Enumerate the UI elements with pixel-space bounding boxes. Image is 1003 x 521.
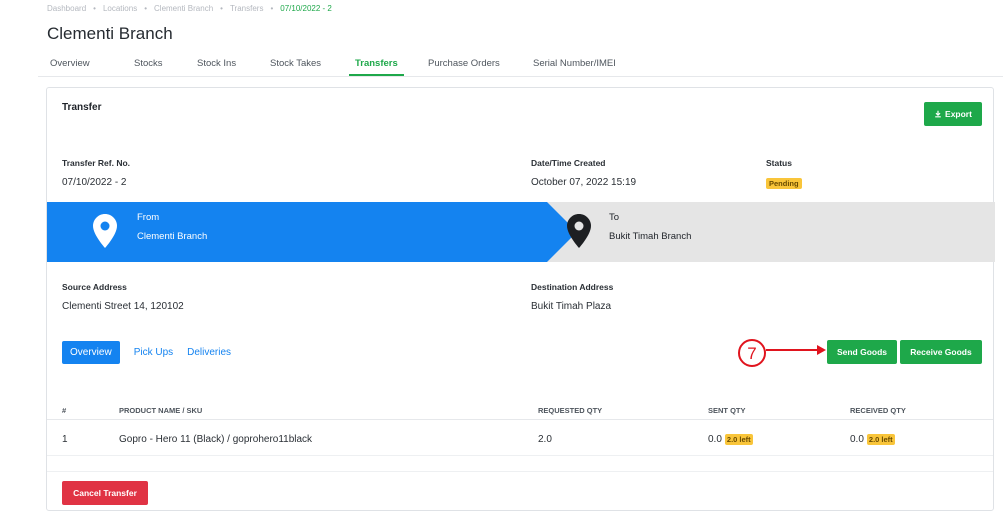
breadcrumb-separator: • [220, 4, 223, 13]
row-requested-qty: 2.0 [538, 434, 552, 445]
tab-serial-number[interactable]: Serial Number/IMEI [533, 58, 616, 69]
table-footer-divider [47, 471, 993, 472]
column-header-sent: SENT QTY [708, 406, 746, 415]
date-value: October 07, 2022 15:19 [531, 177, 637, 188]
row-number: 1 [62, 434, 68, 445]
sent-left-badge: 2.0 left [724, 434, 753, 445]
annotation-number: 7 [747, 344, 756, 363]
date-label: Date/Time Created [531, 158, 606, 168]
destination-address-label: Destination Address [531, 282, 614, 292]
breadcrumb-branch[interactable]: Clementi Branch [154, 4, 213, 13]
tab-transfers[interactable]: Transfers [349, 58, 404, 76]
breadcrumb-separator: • [93, 4, 96, 13]
location-pin-icon [567, 214, 591, 248]
column-header-number: # [62, 406, 67, 415]
tab-stock-takes[interactable]: Stock Takes [270, 58, 321, 69]
tab-overview[interactable]: Overview [50, 58, 90, 69]
tab-purchase-orders[interactable]: Purchase Orders [428, 58, 500, 69]
receive-goods-button[interactable]: Receive Goods [900, 340, 982, 364]
export-label: Export [945, 109, 972, 119]
breadcrumb-current: 07/10/2022 - 2 [280, 4, 332, 13]
column-header-requested: REQUESTED QTY [538, 406, 603, 415]
transfer-card: Transfer Export Transfer Ref. No. 07/10/… [46, 87, 995, 511]
row-sent-qty: 0.0 [708, 434, 722, 445]
row-received-qty: 0.0 [850, 434, 864, 445]
table-row-divider [47, 455, 993, 456]
ref-label: Transfer Ref. No. [62, 158, 131, 168]
transfer-subtabs: Overview Pick Ups Deliveries [62, 341, 245, 364]
breadcrumb-dashboard[interactable]: Dashboard [47, 4, 86, 13]
column-header-product: PRODUCT NAME / SKU [119, 406, 203, 415]
to-label: To [609, 212, 620, 223]
row-product: Gopro - Hero 11 (Black) / goprohero11bla… [119, 434, 313, 445]
location-pin-icon [93, 214, 117, 248]
subtab-overview[interactable]: Overview [62, 341, 120, 364]
breadcrumb-transfers[interactable]: Transfers [230, 4, 264, 13]
subtab-pick-ups[interactable]: Pick Ups [134, 347, 173, 358]
breadcrumb-separator: • [144, 4, 148, 13]
send-goods-button[interactable]: Send Goods [827, 340, 897, 364]
breadcrumb-separator: • [270, 4, 274, 13]
tab-stock-ins[interactable]: Stock Ins [197, 58, 236, 69]
breadcrumb-locations[interactable]: Locations [103, 4, 137, 13]
source-address-label: Source Address [62, 282, 127, 292]
card-title: Transfer [62, 102, 102, 113]
to-value: Bukit Timah Branch [609, 231, 692, 242]
export-button[interactable]: Export [924, 102, 982, 126]
received-left-badge: 2.0 left [866, 434, 895, 445]
cancel-transfer-button[interactable]: Cancel Transfer [62, 481, 148, 505]
ref-value: 07/10/2022 - 2 [62, 177, 127, 188]
breadcrumb: Dashboard • Locations • Clementi Branch • T… [47, 4, 332, 13]
location-tabs: Overview Stocks Stock Ins Stock Takes Tr… [38, 55, 1003, 77]
column-header-received: RECEIVED QTY [850, 406, 906, 415]
tab-stocks[interactable]: Stocks [134, 58, 163, 69]
status-label: Status [766, 158, 792, 168]
destination-address-value: Bukit Timah Plaza [531, 301, 612, 312]
page-title: Clementi Branch [47, 24, 173, 43]
annotation-marker: 7 [738, 339, 826, 367]
row-sent-qty-cell: 0.0 2.0 left [708, 434, 753, 445]
subtab-deliveries[interactable]: Deliveries [187, 347, 231, 358]
transfer-route: From Clementi Branch To Bukit Timah Bran… [47, 202, 995, 262]
status-badge: Pending [766, 178, 802, 189]
from-value: Clementi Branch [137, 231, 208, 242]
row-received-qty-cell: 0.0 2.0 left [850, 434, 895, 445]
from-label: From [137, 212, 160, 223]
route-from-panel: From Clementi Branch [47, 202, 577, 262]
download-icon [935, 110, 941, 118]
source-address-value: Clementi Street 14, 120102 [62, 301, 184, 312]
table-header-divider [47, 419, 993, 420]
